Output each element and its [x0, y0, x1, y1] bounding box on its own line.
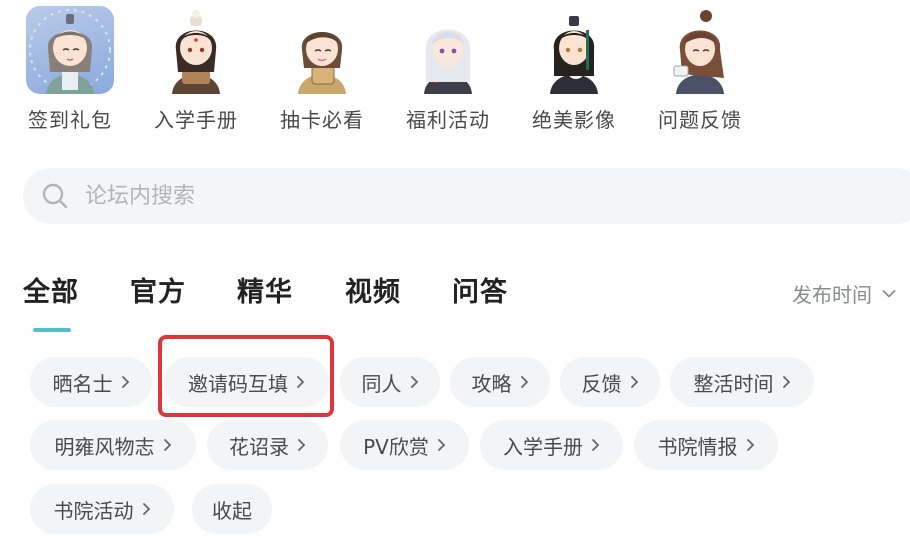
shortcut-check-in-gift[interactable]: 签到礼包	[15, 6, 125, 136]
shortcut-label: 问题反馈	[658, 108, 742, 132]
chip-label: 明雍风物志	[54, 434, 155, 459]
chip-label: 反馈	[581, 371, 622, 396]
chip-label: 晒名士	[52, 371, 113, 396]
chip-label: PV欣赏	[363, 434, 429, 459]
chip-label: 整活时间	[693, 371, 774, 396]
tab-all[interactable]: 全部	[23, 270, 79, 309]
chevron-right-icon	[520, 376, 528, 388]
sort-dropdown[interactable]: 发布时间	[792, 279, 896, 308]
chip-label: 同人	[361, 371, 402, 396]
chevron-right-icon	[437, 439, 446, 451]
tab-official[interactable]: 官方	[130, 270, 186, 309]
welfare-event-avatar	[404, 6, 492, 94]
chip-feedback[interactable]: 反馈	[560, 357, 660, 407]
sort-label: 发布时间	[792, 283, 872, 307]
chip-flower-edict[interactable]: 花诏录	[207, 420, 328, 470]
search-bar[interactable]	[23, 168, 910, 224]
gallery-avatar	[530, 6, 618, 94]
chip-label: 收起	[212, 498, 252, 523]
chevron-right-icon	[782, 376, 790, 388]
chip-label: 攻略	[471, 371, 512, 396]
chip-label: 花诏录	[229, 434, 289, 459]
chevron-right-icon	[297, 376, 305, 388]
chevron-right-icon	[163, 439, 171, 451]
shortcut-label: 福利活动	[406, 108, 490, 132]
chip-fan-works[interactable]: 同人	[340, 357, 440, 407]
chip-fun-time[interactable]: 整活时间	[670, 357, 814, 407]
chevron-right-icon	[121, 376, 129, 388]
chip-label: 书院活动	[53, 498, 134, 523]
active-tab-indicator	[33, 328, 71, 332]
chip-pv-appreciation[interactable]: PV欣赏	[340, 420, 469, 470]
shortcut-welfare-event[interactable]: 福利活动	[393, 6, 503, 136]
chevron-down-icon	[882, 289, 896, 298]
chip-academy-events[interactable]: 书院活动	[30, 484, 174, 534]
collapse-chip[interactable]: 收起	[192, 484, 272, 534]
chevron-right-icon	[592, 439, 600, 451]
chevron-right-icon	[410, 376, 418, 388]
chevron-right-icon	[630, 376, 638, 388]
chevron-right-icon	[298, 439, 306, 451]
chip-label: 书院情报	[657, 434, 738, 459]
chip-guides[interactable]: 攻略	[450, 357, 550, 407]
shortcut-label: 签到礼包	[28, 108, 112, 132]
check-in-gift-avatar	[26, 6, 114, 94]
search-input[interactable]	[83, 182, 687, 210]
feedback-avatar	[656, 6, 744, 94]
search-icon	[42, 183, 68, 209]
chip-invite-code-exchange[interactable]: 邀请码互填	[164, 357, 329, 407]
shortcut-admission-handbook[interactable]: 入学手册	[141, 6, 251, 136]
chip-label: 邀请码互填	[188, 371, 288, 396]
gacha-guide-avatar	[278, 6, 366, 94]
chip-label: 入学手册	[503, 434, 583, 459]
shortcut-feedback[interactable]: 问题反馈	[645, 6, 755, 136]
shortcut-label: 绝美影像	[532, 108, 616, 132]
shortcut-label: 抽卡必看	[280, 108, 364, 132]
admission-handbook-avatar	[152, 6, 240, 94]
tab-qa[interactable]: 问答	[452, 270, 508, 309]
chip-show-celebrity[interactable]: 晒名士	[30, 357, 152, 407]
chevron-right-icon	[142, 503, 150, 515]
shortcut-label: 入学手册	[154, 108, 238, 132]
tab-video[interactable]: 视频	[345, 270, 401, 309]
chip-academy-intel[interactable]: 书院情报	[634, 420, 778, 470]
chip-mingyong-culture[interactable]: 明雍风物志	[30, 420, 196, 470]
chip-admission-handbook[interactable]: 入学手册	[480, 420, 623, 470]
shortcut-gallery[interactable]: 绝美影像	[519, 6, 629, 136]
tab-featured[interactable]: 精华	[237, 270, 293, 309]
chevron-right-icon	[746, 439, 754, 451]
shortcut-gacha-guide[interactable]: 抽卡必看	[267, 6, 377, 136]
